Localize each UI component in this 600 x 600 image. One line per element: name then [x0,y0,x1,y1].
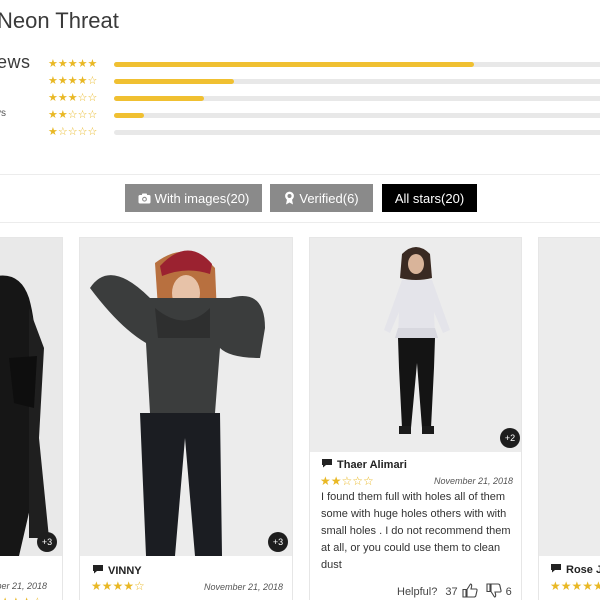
review-card[interactable]: +3 mber 21, 2018 ★★★★☆ [0,237,63,600]
rating-bar-fill [114,62,474,67]
thumbs-up-icon[interactable] [462,583,478,600]
more-images-badge[interactable]: +3 [268,532,288,552]
reviewer-name: Thaer Alimari [321,458,407,471]
filter-with-images-button[interactable]: With images(20) [125,184,262,212]
helpful-row: Helpful? 37 6 [397,583,512,600]
helpful-label: Helpful? [397,586,438,598]
comment-icon [321,458,333,471]
review-date: mber 21, 2018 [0,581,48,591]
review-date: November 21, 2018 [204,582,284,592]
reviewer-name-text: Thaer Alimari [337,458,407,471]
dislike-count: 6 [505,586,512,598]
review-photo[interactable]: +3 [0,238,62,556]
rating-row[interactable]: ★☆☆☆☆ [48,126,600,138]
rating-bar-track [114,113,600,118]
rating-row[interactable]: ★★★★☆ [48,75,600,87]
divider [0,174,600,175]
more-images-badge[interactable]: +2 [500,428,520,448]
reviewer-name-text: VINNY [108,564,142,577]
rating-bar-fill [114,113,144,118]
review-card[interactable]: +3 VINNY November 21, 2018 ★★★★☆ [79,237,293,600]
filter-with-images-label: With images(20) [154,190,250,206]
reviewer-name: VINNY [92,564,142,577]
reviewer-name-text: Rose J [566,563,600,576]
review-photo[interactable] [539,238,600,556]
rating-row[interactable]: ★★★★★ [48,58,600,70]
review-card[interactable]: +2 Thaer Alimari ★★☆☆☆ November 21, 2018… [309,237,522,600]
reviews-heading: ews [0,52,31,72]
review-photo[interactable]: +3 [80,238,292,556]
rating-bar-track [114,96,600,101]
like-count: 37 [445,586,458,598]
rating-stars: ★★★★★ [48,58,98,70]
rating-row[interactable]: ★★☆☆☆ [48,109,600,121]
verified-badge-icon [284,191,295,205]
comment-icon [92,564,104,577]
thumbs-down-icon[interactable] [486,583,502,600]
review-card[interactable]: Rose J ★★★★★ [538,237,600,600]
review-date: November 21, 2018 [434,476,514,486]
more-images-badge[interactable]: +3 [37,532,57,552]
product-title: Neon Threat [0,8,119,33]
rating-bar-fill [114,79,234,84]
rating-bar-fill [114,96,204,101]
filter-verified-label: Verified(6) [299,190,359,206]
rating-row[interactable]: ★★★☆☆ [48,92,600,104]
divider [0,222,600,223]
review-stars: ★★★★☆ [91,579,145,593]
rating-stars: ★☆☆☆☆ [48,126,98,138]
camera-icon [138,193,151,204]
review-text: I found them full with holes all of them… [321,491,511,571]
filter-verified-button[interactable]: Verified(6) [270,184,373,212]
filter-all-stars-label: All stars(20) [394,190,465,206]
rating-bar-track [114,79,600,84]
reviewer-name: Rose J [550,563,600,576]
rating-stars: ★★★☆☆ [48,92,98,104]
rating-bar-track [114,62,600,67]
review-photo[interactable]: +2 [310,238,521,452]
review-stars: ★★☆☆☆ [320,474,374,488]
rating-stars: ★★★★☆ [48,75,98,87]
comment-icon [550,563,562,576]
rating-bar-track [114,130,600,135]
filter-all-stars-button[interactable]: All stars(20) [382,184,477,212]
review-stars: ★★★★★ [550,579,600,593]
rating-stars: ★★☆☆☆ [48,109,98,121]
reviews-count-label: vs [0,108,6,119]
review-stars: ★★★★☆ [0,595,43,600]
